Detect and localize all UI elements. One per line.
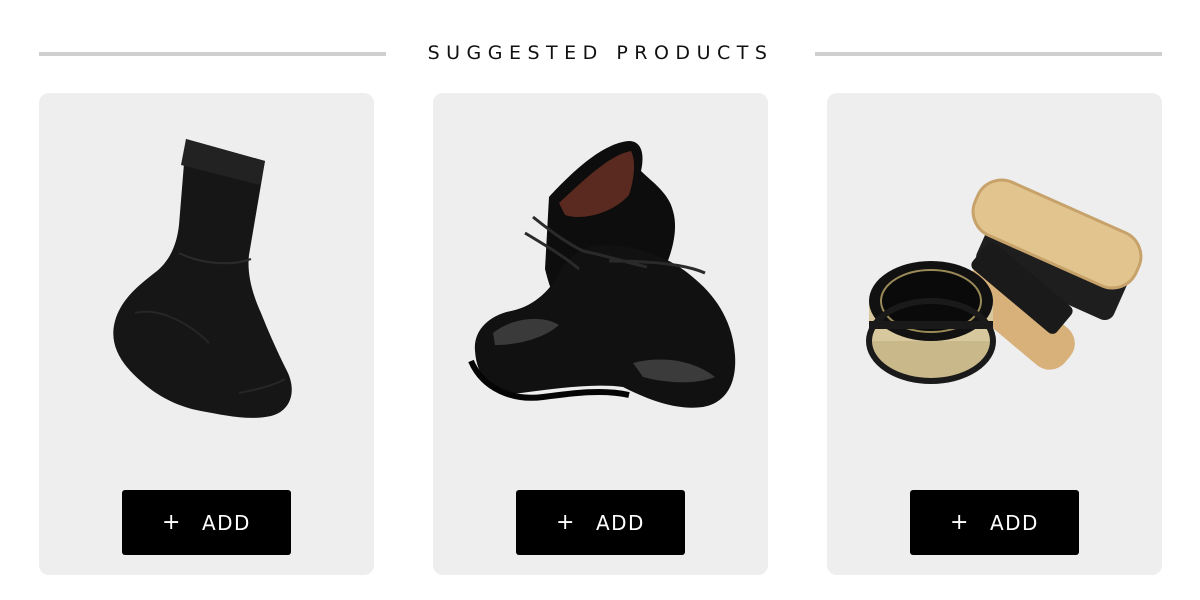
plus-icon: + [556,509,576,535]
add-button[interactable]: + ADD [516,490,685,555]
divider-left [39,52,386,56]
section-title: SUGGESTED PRODUCTS [427,42,774,64]
product-card-dress-shoes[interactable]: + ADD [433,93,768,575]
add-button[interactable]: + ADD [122,490,291,555]
product-card-sock[interactable]: + ADD [39,93,374,575]
add-button-label: ADD [201,510,251,535]
add-button-label: ADD [989,510,1039,535]
add-button-label: ADD [595,510,645,535]
product-card-shoe-polish-kit[interactable]: + ADD [827,93,1162,575]
plus-icon: + [950,509,970,535]
section-header: SUGGESTED PRODUCTS [39,38,1162,70]
divider-right [815,52,1162,56]
add-button[interactable]: + ADD [910,490,1079,555]
plus-icon: + [162,509,182,535]
dress-shoes-icon [468,141,736,408]
shoe-polish-kit-icon [866,178,1143,384]
sock-icon [113,139,292,418]
